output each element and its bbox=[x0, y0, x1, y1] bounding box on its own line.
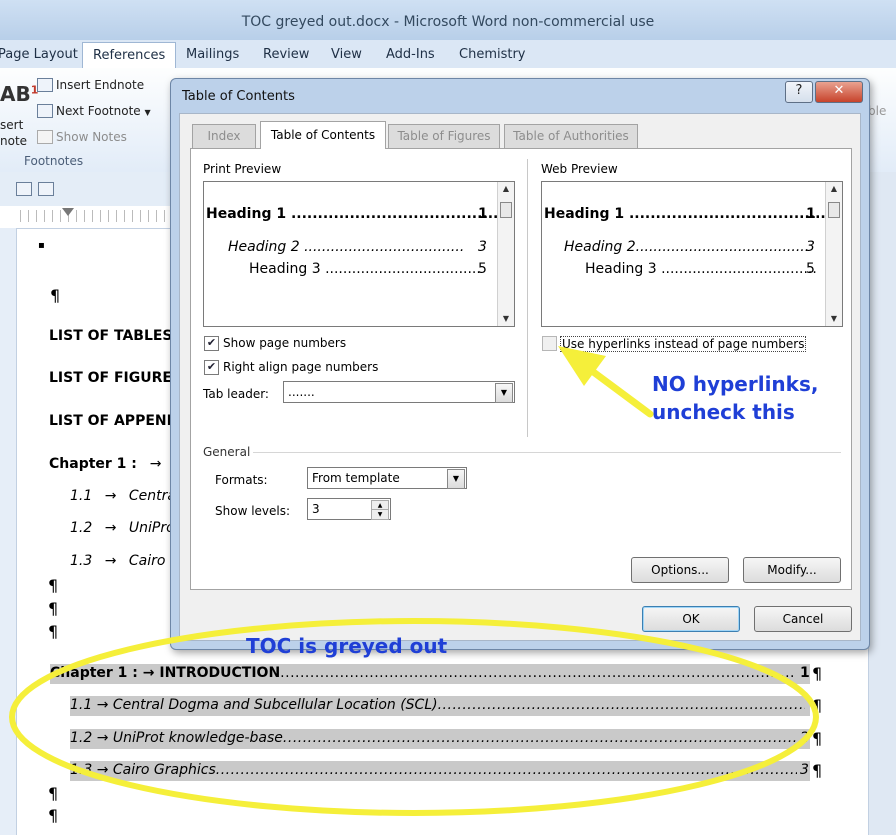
annotation-no-hyperlinks-2: uncheck this bbox=[652, 400, 795, 424]
annotation-toc-greyed: TOC is greyed out bbox=[246, 634, 448, 658]
annotation-no-hyperlinks-1: NO hyperlinks, bbox=[652, 372, 819, 396]
arrow-shaft bbox=[584, 364, 654, 418]
tab-table-of-contents[interactable]: Table of Contents bbox=[260, 121, 386, 149]
